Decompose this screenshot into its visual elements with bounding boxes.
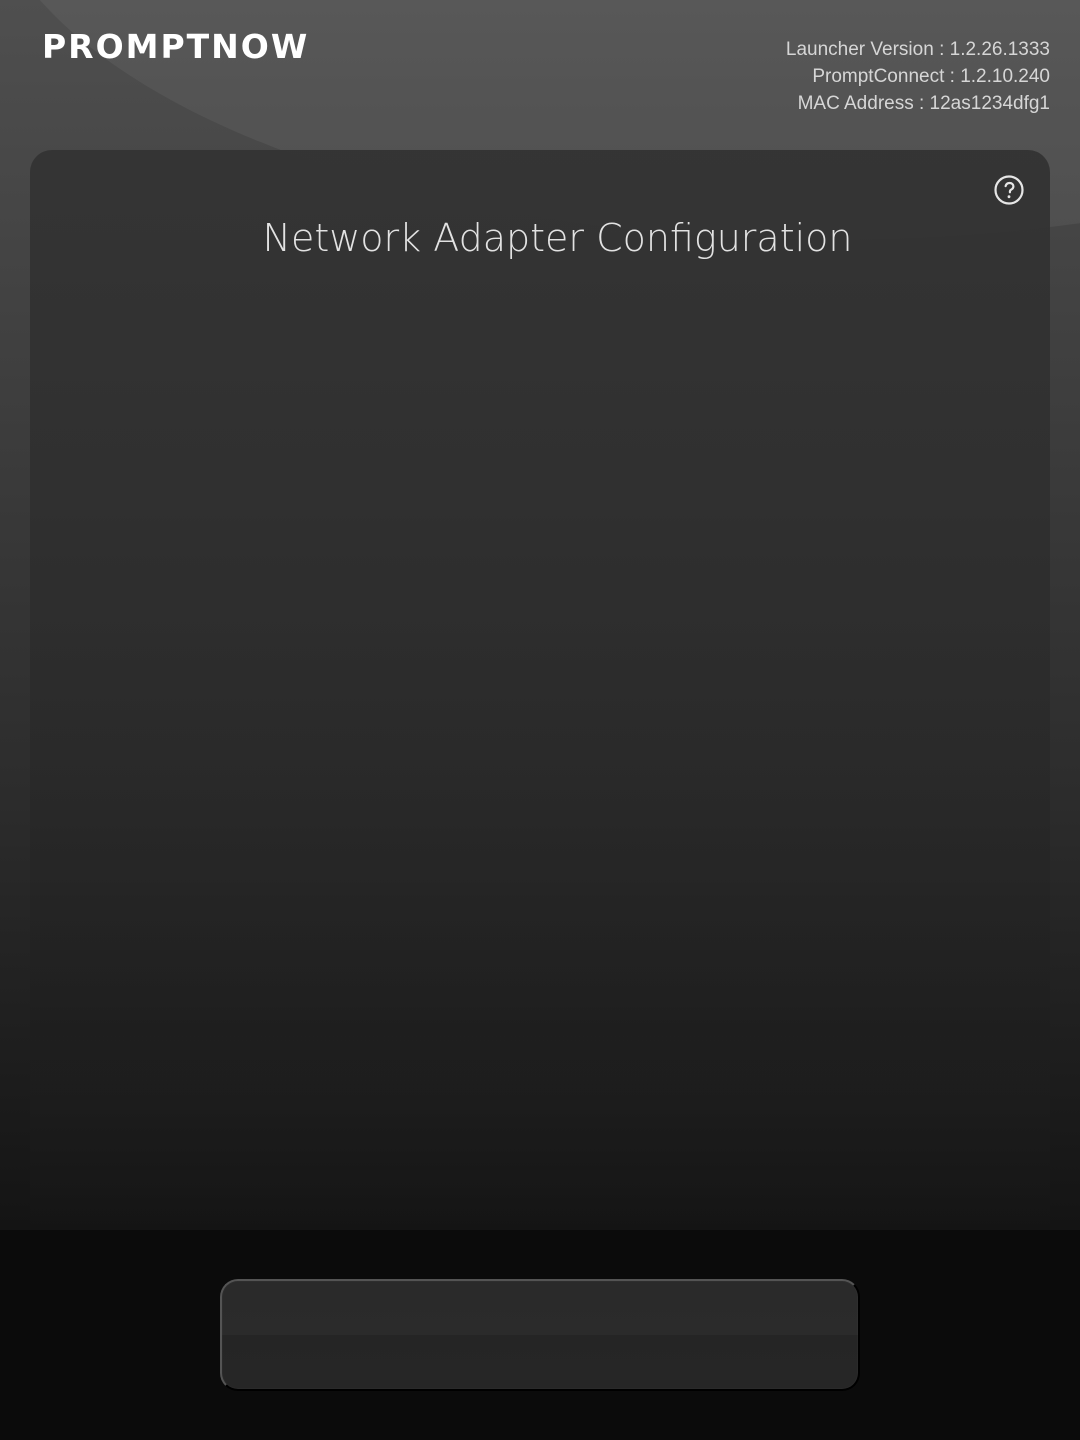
promptconnect-version-text: PromptConnect : 1.2.10.240 (812, 66, 1050, 87)
brand-logo: PROMPTNOW (42, 27, 310, 66)
version-info: Launcher Version : 1.2.26.1333 PromptCon… (786, 36, 1050, 117)
network-configuration-panel: Network Adapter Configuration (30, 150, 1050, 1230)
launcher-version-text: Launcher Version : 1.2.26.1333 (785, 39, 1050, 60)
page-title: Network Adapter Configuration (262, 216, 853, 260)
mac-address-text: MAC Address : 12as1234dfg1 (797, 93, 1050, 114)
screen: PROMPTNOW Launcher Version : 1.2.26.1333… (0, 0, 1080, 1440)
help-circle-icon (994, 175, 1024, 205)
bottom-action-button[interactable] (220, 1279, 860, 1391)
help-button[interactable] (993, 174, 1025, 206)
